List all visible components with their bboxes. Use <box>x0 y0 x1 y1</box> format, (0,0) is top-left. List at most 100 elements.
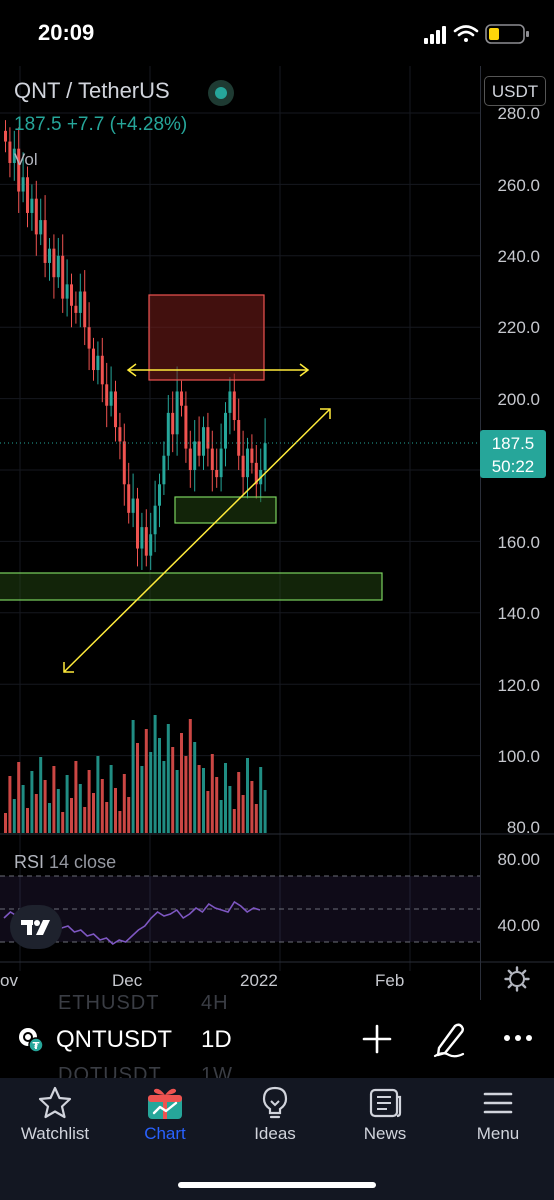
volume-bar <box>162 761 166 833</box>
svg-text:₮: ₮ <box>33 1041 40 1052</box>
chart-gift-icon <box>148 1088 182 1119</box>
candle-body <box>114 391 117 428</box>
rsi-axis-label: 40.00 <box>497 916 540 935</box>
candle-body <box>162 455 166 485</box>
candle-body <box>171 412 175 435</box>
rsi-params: 14 close <box>49 852 117 872</box>
x-axis-label: 2022 <box>240 971 278 990</box>
candle-body <box>210 448 214 470</box>
candle-body <box>144 527 148 556</box>
volume-bar <box>136 743 139 833</box>
candle-body <box>4 130 7 142</box>
tab-ideas-label: Ideas <box>254 1124 296 1143</box>
chart-symbol-title[interactable]: QNT / TetherUS <box>14 78 170 104</box>
volume-bar <box>166 724 170 833</box>
candle-body <box>175 391 179 435</box>
candle-body <box>34 198 38 235</box>
status-time: 20:09 <box>38 20 95 45</box>
volume-bar <box>21 785 25 833</box>
volume-bar <box>83 807 87 833</box>
volume-bar <box>127 797 131 833</box>
candle-body <box>65 284 69 299</box>
add-plus-icon[interactable] <box>360 1022 394 1056</box>
volume-bar <box>149 752 153 833</box>
y-axis-label: 280.0 <box>497 104 540 123</box>
volume-bar <box>4 813 7 833</box>
volume-bar <box>30 771 34 833</box>
y-axis-label: 260.0 <box>497 176 540 195</box>
tab-ideas[interactable]: Ideas <box>220 1085 330 1155</box>
volume-bar <box>65 775 69 833</box>
volume-bar <box>250 781 254 833</box>
candle-body <box>39 220 43 235</box>
volume-bar <box>175 770 179 833</box>
candle-body <box>140 527 144 549</box>
tab-menu[interactable]: Menu <box>443 1085 553 1155</box>
candle-body <box>202 427 205 456</box>
volume-bar <box>210 754 214 833</box>
tab-watchlist[interactable]: Watchlist <box>0 1085 110 1155</box>
last-price-tag: 187.5 50:22 <box>480 430 546 478</box>
tab-chart[interactable]: Chart <box>110 1085 220 1155</box>
candle-body <box>21 177 25 192</box>
volume-bar <box>263 790 267 833</box>
candle-body <box>237 420 241 456</box>
volume-bar <box>158 738 161 833</box>
news-icon <box>369 1088 402 1118</box>
symbol-selector[interactable]: QNTUSDT <box>56 1026 172 1054</box>
interval-selector[interactable]: 1D <box>201 1026 232 1054</box>
battery-icon <box>485 24 529 44</box>
rsi-axis-label: 80.00 <box>497 850 540 869</box>
price-change-readout: 187.5 +7.7 (+4.28%) <box>14 114 188 135</box>
candle-body <box>26 177 29 213</box>
candle-body <box>206 427 210 449</box>
star-icon <box>38 1086 72 1119</box>
volume-bar <box>118 811 122 833</box>
candle-body <box>70 284 73 306</box>
x-axis-label: Dec <box>112 971 143 990</box>
volume-bar <box>144 729 148 833</box>
y-axis-label: 100.0 <box>497 747 540 766</box>
tradingview-logo[interactable] <box>10 905 62 949</box>
candle-body <box>149 534 153 556</box>
settings-gear-icon[interactable] <box>504 966 530 992</box>
candle-body <box>92 348 95 371</box>
demand-zone-box <box>174 496 277 524</box>
rsi-name: RSI <box>14 852 45 872</box>
home-indicator <box>178 1182 376 1188</box>
volume-bar <box>43 780 47 833</box>
volume-bar <box>215 777 219 833</box>
candle-body <box>78 291 82 313</box>
candle-body <box>83 291 87 328</box>
tab-news[interactable]: News <box>330 1085 440 1155</box>
ghost-symbol-above: ETHUSDT <box>58 992 160 1014</box>
volume-bar <box>254 804 258 833</box>
volume-bar <box>241 795 245 833</box>
cellular-signal-icon <box>424 26 446 44</box>
candle-body <box>8 141 12 163</box>
candle-body <box>153 505 157 535</box>
candle-body <box>61 255 65 299</box>
y-axis-label: 160.0 <box>497 533 540 552</box>
wifi-icon <box>453 25 479 42</box>
volume-bar <box>140 766 144 833</box>
diagonal-arrow-line <box>63 408 331 673</box>
candle-body <box>87 327 91 349</box>
candle-body <box>48 248 51 263</box>
drawing-pen-icon[interactable] <box>431 1020 467 1058</box>
more-options-icon[interactable] <box>503 1030 533 1046</box>
volume-bar <box>48 803 51 833</box>
volume-bar <box>259 767 263 833</box>
candle-body <box>263 443 267 470</box>
candle-body <box>219 448 223 478</box>
volume-legend[interactable]: Vol <box>14 150 38 170</box>
volume-bar <box>224 763 227 833</box>
volume-bar <box>228 786 232 833</box>
y-axis-label: 120.0 <box>497 676 540 695</box>
volume-bar <box>197 765 201 833</box>
candle-body <box>43 220 47 263</box>
last-price-value: 187.5 <box>491 434 535 453</box>
currency-button[interactable]: USDT <box>484 76 546 106</box>
rsi-legend[interactable]: RSI 14 close <box>14 852 116 873</box>
tab-chart-label: Chart <box>144 1124 186 1143</box>
